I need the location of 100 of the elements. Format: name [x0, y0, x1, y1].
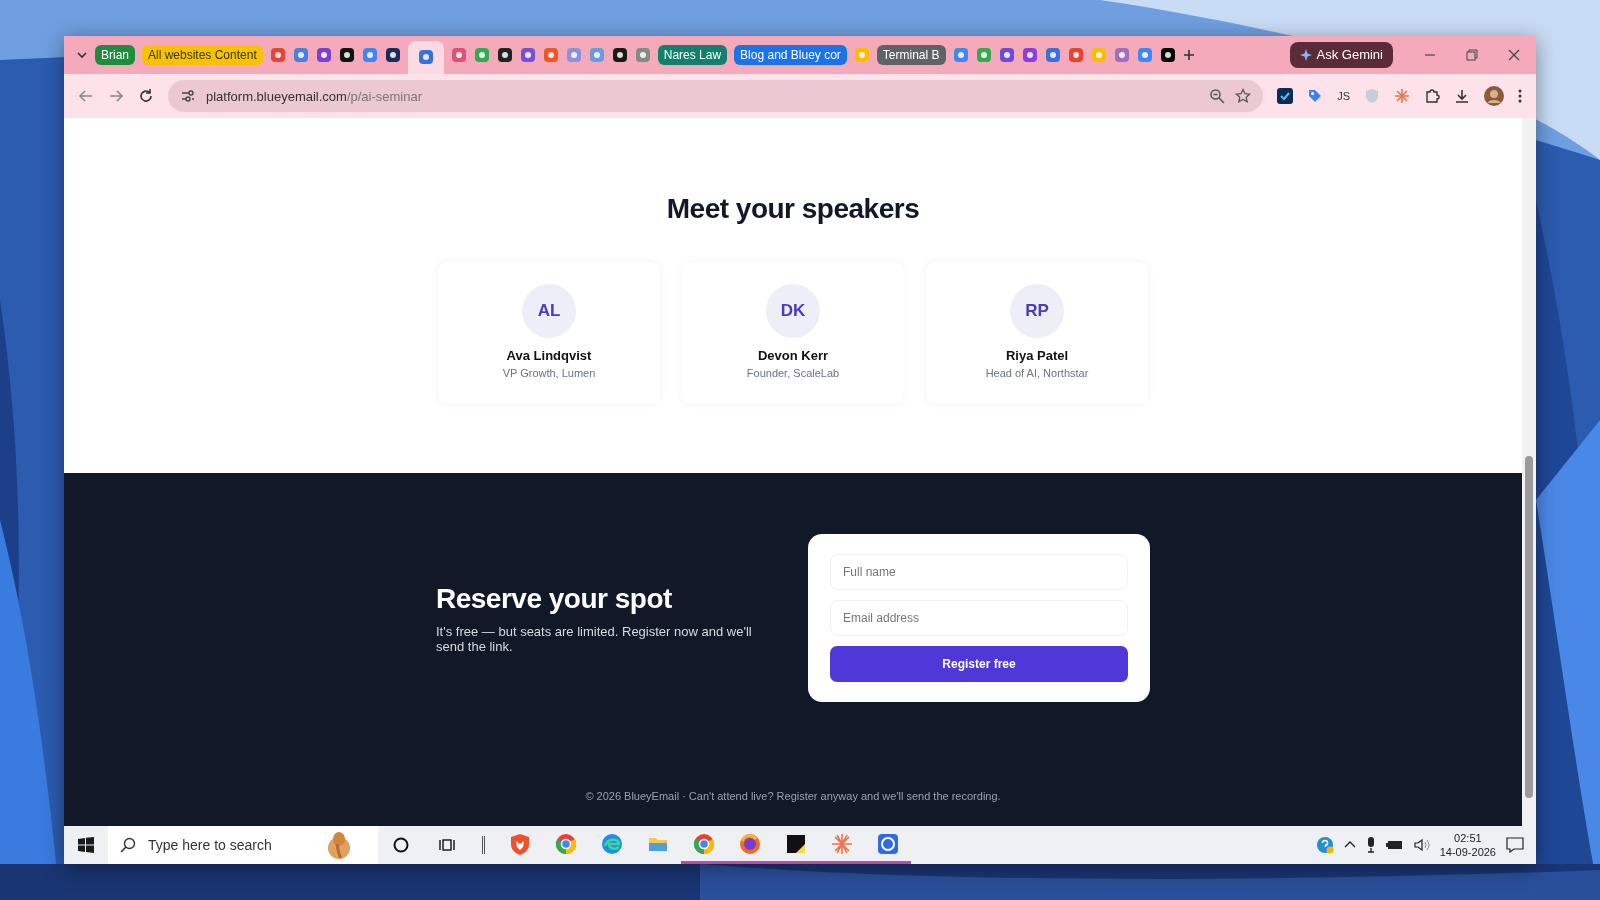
tag-icon[interactable]	[1307, 88, 1324, 104]
extension-label[interactable]: JS	[1337, 87, 1350, 105]
section-heading: Reserve your spot	[436, 582, 673, 616]
tab-group-chip[interactable]: All websites Content	[142, 45, 263, 65]
favicon-icon	[450, 47, 467, 63]
burst-icon	[831, 832, 853, 855]
menu-icon[interactable]	[1518, 88, 1522, 104]
favicon-icon	[1113, 47, 1130, 63]
bookmark-star-icon[interactable]	[1235, 88, 1252, 104]
zoom-icon[interactable]	[1209, 88, 1226, 104]
input-field[interactable]: Email address	[830, 600, 1128, 636]
search-icon	[120, 837, 136, 853]
scrollbar[interactable]	[1522, 118, 1536, 826]
favicon-icon	[1136, 47, 1153, 63]
initials-avatar: DK	[766, 283, 820, 338]
task-view-icon[interactable]	[439, 837, 455, 853]
initials-avatar: AL	[522, 283, 576, 338]
microphone-icon[interactable]	[1365, 837, 1376, 853]
checkmark-icon[interactable]	[1277, 88, 1294, 104]
initials-avatar: RP	[1010, 283, 1064, 338]
favicon-icon	[338, 47, 355, 63]
speaker-name: Riya Patel	[1005, 346, 1069, 365]
favicon-icon	[473, 47, 490, 63]
note-icon	[785, 832, 807, 855]
ring-icon	[693, 832, 715, 855]
puzzle-icon[interactable]	[1424, 88, 1440, 104]
site-settings-icon[interactable]	[180, 88, 196, 104]
tab-group-chip[interactable]: Terminal B	[876, 45, 946, 65]
favicon-icon	[269, 47, 286, 63]
tab-group-chip[interactable]: Brian	[95, 45, 135, 65]
ask-button[interactable]: Ask Gemini	[1289, 42, 1393, 68]
favicon-icon	[361, 47, 378, 63]
notification-icon[interactable]	[1506, 837, 1524, 853]
circle-icon[interactable]	[393, 837, 409, 853]
register-button[interactable]: Register free	[830, 646, 1128, 682]
browser-tab[interactable]	[496, 47, 513, 63]
tab-group-chip[interactable]: Nares Law	[657, 45, 728, 65]
search-box[interactable]: Type here to search	[108, 826, 378, 864]
ring-icon	[555, 832, 577, 855]
shield-icon	[509, 832, 531, 855]
favicon-icon	[1159, 47, 1176, 63]
avatar-icon[interactable]	[1484, 86, 1504, 106]
speaker-icon[interactable]	[1413, 838, 1430, 852]
restore-icon[interactable]	[1466, 49, 1478, 61]
close-icon[interactable]	[1508, 49, 1520, 61]
favicon-icon	[1021, 47, 1038, 63]
battery-icon[interactable]	[1385, 839, 1404, 851]
search-highlight-icon	[326, 830, 352, 860]
favicon-icon	[588, 47, 605, 63]
speaker-role: Head of AI, Northstar	[985, 366, 1089, 382]
section-heading: Meet your speakers	[666, 192, 920, 226]
new-tab-icon[interactable]	[1182, 49, 1195, 61]
favicon-icon	[634, 47, 651, 63]
back-icon[interactable]	[78, 88, 94, 104]
favicon-icon	[315, 47, 332, 63]
scrollbar-thumb[interactable]	[1525, 456, 1533, 798]
speaker-role: Founder, ScaleLab	[746, 366, 840, 382]
favicon-icon	[1090, 47, 1107, 63]
app-icon	[877, 832, 899, 855]
footer-text: © 2026 BlueyEmail · Can't attend live? Register anyway and we'll send the recording.	[585, 788, 1001, 804]
favicon-icon	[611, 47, 628, 63]
favicon-icon	[384, 47, 401, 63]
favicon-icon	[292, 47, 309, 63]
browser-tab[interactable]	[611, 47, 628, 63]
browser-tab[interactable]	[1159, 47, 1176, 63]
browser-tab[interactable]	[384, 47, 401, 63]
browser-tab[interactable]	[338, 47, 355, 63]
help-icon[interactable]	[1315, 836, 1334, 854]
favicon-icon	[975, 47, 992, 63]
input-field[interactable]: Full name	[830, 554, 1128, 590]
burst-icon[interactable]	[1394, 88, 1410, 104]
favicon-icon	[1044, 47, 1061, 63]
favicon-icon	[565, 47, 582, 63]
favicon-icon	[417, 49, 434, 65]
favicon-icon	[519, 47, 536, 63]
tab-group-chip[interactable]: Blog and Bluey cor	[734, 45, 847, 65]
address-bar[interactable]: platform.blueyemail.com/p/ai-seminar	[168, 80, 1264, 112]
download-icon[interactable]	[1454, 88, 1470, 104]
speaker-name: Devon Kerr	[757, 346, 829, 365]
globe-icon	[739, 832, 761, 855]
favicon-icon	[998, 47, 1015, 63]
date-text: 14-09-2026	[1439, 845, 1496, 859]
url-text: platform.blueyemail.com/p/ai-seminar	[206, 88, 423, 106]
favicon-icon	[496, 47, 513, 63]
clock[interactable]: 02:51 14-09-2026	[1439, 831, 1496, 859]
speaker-role: VP Growth, Lumen	[502, 366, 596, 382]
favicon-icon	[952, 47, 969, 63]
sparkle-icon	[1299, 49, 1312, 61]
start-icon[interactable]	[78, 837, 94, 853]
time-text: 02:51	[1454, 831, 1482, 845]
reload-icon[interactable]	[138, 88, 154, 104]
wave-icon	[601, 832, 623, 855]
favicon-icon	[853, 47, 870, 63]
forward-icon[interactable]	[108, 88, 124, 104]
speaker-name: Ava Lindqvist	[506, 346, 592, 365]
favicon-icon	[1067, 47, 1084, 63]
favicon-icon	[542, 47, 559, 63]
description-text: It's free — but seats are limited. Register now and we'll send the link.	[436, 623, 753, 654]
tab-list-icon[interactable]	[76, 49, 88, 61]
search-field[interactable]: Type here to search	[146, 833, 316, 857]
